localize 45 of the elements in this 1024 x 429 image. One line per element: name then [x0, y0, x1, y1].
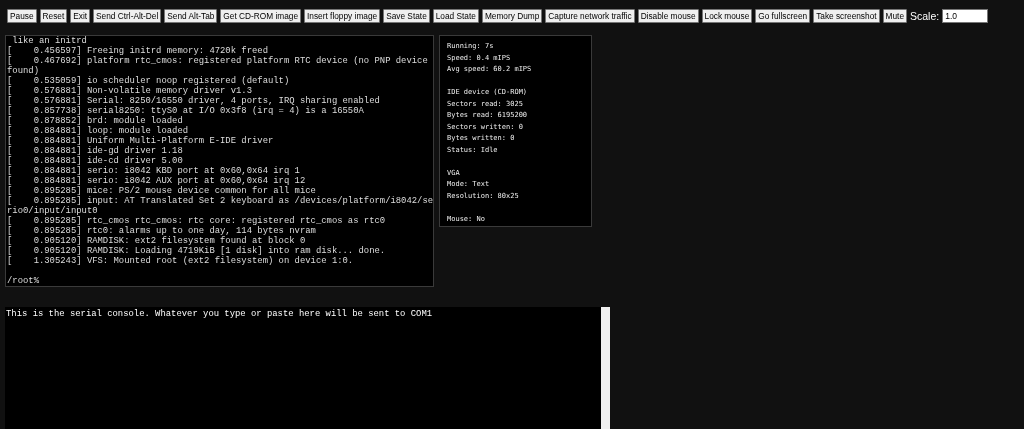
console-line: [ 0.895285] rtc0: alarms up to one day, 114 bytes nvram	[7, 226, 317, 236]
console-line: [ 0.895285] rtc_cmos rtc_cmos: rtc core: registered rtc_cmos as rtc0	[7, 216, 387, 226]
toolbar-button[interactable]: Take screenshot	[813, 8, 880, 23]
vga-screen[interactable]	[5, 35, 434, 287]
console-line: [ 0.884881] ide-cd driver 5.00	[7, 156, 184, 166]
toolbar-button[interactable]: Mute	[882, 8, 907, 23]
console-line: [ 0.884881] serio: i8042 KBD port at 0x60,0x64 irq 1	[7, 166, 301, 176]
toolbar-button[interactable]: Disable mouse	[637, 8, 699, 23]
toolbar-button[interactable]: Capture network traffic	[545, 8, 635, 23]
console-line: [ 0.884881] loop: module loaded	[7, 126, 190, 136]
console-line: [ 0.895285] mice: PS/2 mouse device common for all mice	[7, 186, 317, 196]
toolbar-button[interactable]: Send Alt-Tab	[164, 8, 218, 23]
toolbar-button[interactable]: Get CD-ROM image	[220, 8, 302, 23]
console-line: [ 0.905120] RAMDISK: ext2 filesystem found at block 0	[7, 236, 307, 246]
toolbar-button[interactable]: Reset	[39, 8, 68, 23]
console-line: [ 0.884881] ide-gd driver 1.18	[7, 146, 184, 156]
toolbar-button[interactable]: Insert floppy image	[304, 8, 381, 23]
scale-input[interactable]: 1.0	[942, 8, 989, 23]
console-line: [ 0.456597] Freeing initrd memory: 4720k freed	[7, 46, 269, 56]
console-line: [ 1.305243] VFS: Mounted root (ext2 filesystem) on device 1:0.	[7, 256, 355, 266]
toolbar-button[interactable]: Save State	[383, 8, 430, 23]
console-line: found)	[7, 66, 40, 76]
console-line: [ 0.878852] brd: module loaded	[7, 116, 184, 126]
toolbar-button[interactable]: Pause	[7, 8, 37, 23]
console-line: [ 0.857738] serial8250: ttyS0 at I/O 0x3f8 (irq = 4) is a 16550A	[7, 106, 365, 116]
console-line: [ 0.576881] Serial: 8250/16550 driver, 4 ports, IRQ sharing enabled	[7, 96, 381, 106]
scrollbar[interactable]	[601, 307, 610, 429]
console-line: like an initrd	[11, 36, 88, 46]
console-line: [ 0.884881] serio: i8042 AUX port at 0x60,0x64 irq 12	[7, 176, 307, 186]
console-line: rio0/input/input0	[7, 206, 99, 216]
console-line: [ 0.884881] Uniform Multi-Platform E-IDE driver	[7, 136, 275, 146]
serial-console[interactable]: This is the serial console. Whatever you type or paste here will be sent to COM1	[5, 307, 601, 429]
scale-label: Scale:	[910, 9, 940, 22]
shell-prompt: /root%	[7, 276, 40, 286]
console-line: [ 0.535059] io scheduler noop registered (default)	[7, 76, 291, 86]
console-line: [ 0.895285] input: AT Translated Set 2 keyboard as /devices/platform/i8042/se	[7, 196, 433, 206]
toolbar-button[interactable]: Memory Dump	[481, 8, 543, 23]
toolbar-button[interactable]: Exit	[70, 8, 91, 23]
console-line: [ 0.576881] Non-volatile memory driver v1.3	[7, 86, 253, 96]
toolbar-button[interactable]: Load State	[432, 8, 479, 23]
toolbar-button[interactable]: Lock mouse	[701, 8, 753, 23]
toolbar-button[interactable]: Send Ctrl-Alt-Del	[93, 8, 162, 23]
console-line: [ 0.467692] platform rtc_cmos: registered platform RTC device (no PNP device	[7, 56, 429, 66]
toolbar-button[interactable]: Go fullscreen	[755, 8, 811, 23]
console-line: [ 0.905120] RAMDISK: Loading 4719KiB [1 disk] into ram disk... done.	[7, 246, 387, 256]
